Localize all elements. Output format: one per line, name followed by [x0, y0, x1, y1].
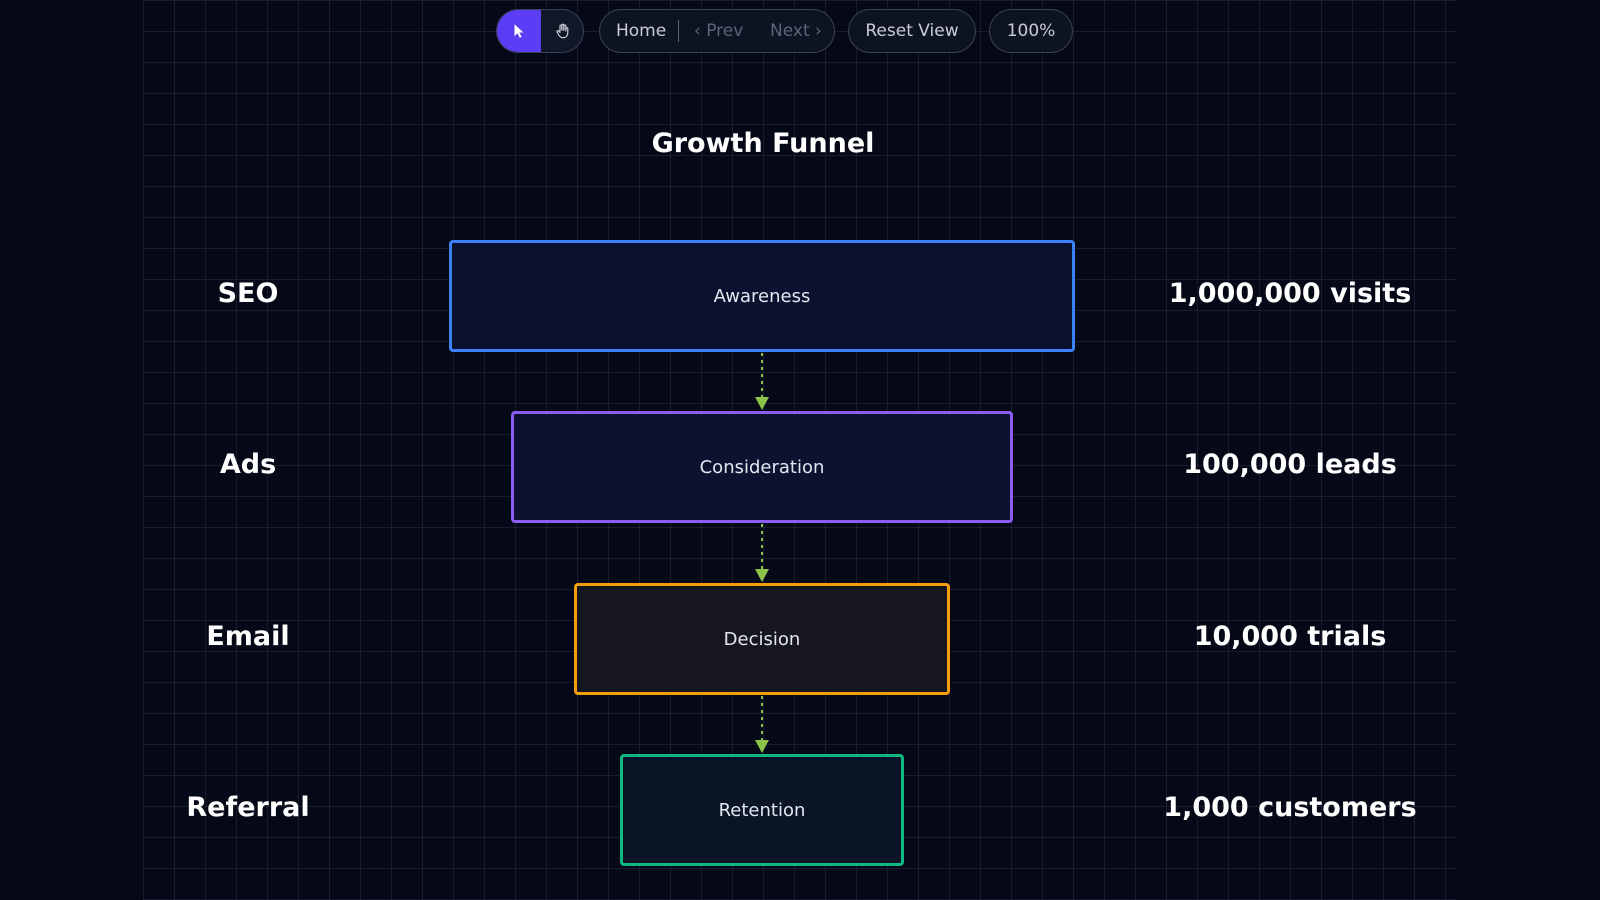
reset-view-button[interactable]: Reset View: [848, 9, 976, 53]
stage-consideration[interactable]: Consideration: [511, 411, 1013, 523]
tool-mode-group: [496, 9, 584, 53]
channel-label-referral: Referral: [186, 792, 310, 823]
hand-tool-button[interactable]: [541, 10, 583, 52]
channel-label-email: Email: [206, 621, 290, 652]
zoom-level-button[interactable]: 100%: [989, 9, 1073, 53]
navigation-group: Home ‹ Prev Next ›: [599, 9, 835, 53]
channel-label-seo: SEO: [217, 278, 279, 309]
prev-button[interactable]: ‹ Prev: [694, 10, 743, 52]
diagram-title: Growth Funnel: [651, 128, 875, 159]
next-button[interactable]: Next ›: [770, 10, 822, 52]
metric-label-customers: 1,000 customers: [1163, 792, 1417, 823]
stage-retention[interactable]: Retention: [620, 754, 904, 866]
channel-label-ads: Ads: [219, 449, 277, 480]
select-tool-button[interactable]: [497, 10, 541, 52]
metric-label-visits: 1,000,000 visits: [1168, 278, 1412, 309]
hand-pan-icon: [556, 23, 569, 39]
cursor-arrow-icon: [514, 24, 524, 38]
nav-divider: [678, 20, 679, 42]
metric-label-trials: 10,000 trials: [1193, 621, 1387, 652]
metric-label-leads: 100,000 leads: [1183, 449, 1397, 480]
home-button[interactable]: Home: [616, 10, 666, 52]
stage-awareness[interactable]: Awareness: [449, 240, 1075, 352]
stage-decision[interactable]: Decision: [574, 583, 950, 695]
